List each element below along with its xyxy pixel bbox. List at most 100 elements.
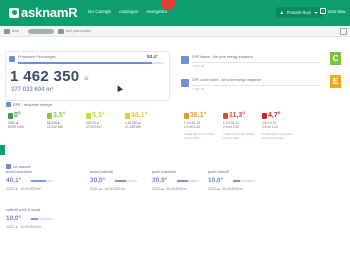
- grade-badge: C: [330, 52, 341, 65]
- class-card[interactable]: 0° 1000 ▰ 50.00 1000: [6, 111, 44, 159]
- class-card[interactable]: 5,3° 445.03 ▰ 27.002 517: [84, 111, 122, 159]
- sensor-level-fill: [177, 180, 188, 182]
- document-icon: [181, 56, 189, 64]
- sensor-level-bar: [31, 218, 53, 220]
- sensor-card[interactable]: collectif privé & social 10,0° 22,0C ▰ ·…: [6, 208, 81, 234]
- sensor-level-fill: [31, 218, 38, 220]
- sensor-timestamp: 22,0C ▰ · 10:10 2022 m²: [208, 187, 244, 191]
- breadcrumb[interactable]: amb: [12, 28, 19, 34]
- values-section-header: lnt valeurs: [6, 164, 30, 169]
- class-card[interactable]: 3,5° 55,035 ▰ 15 122 335: [45, 111, 83, 159]
- class-card[interactable]: 4,7° 2.5.1.0 10 2.5 ml 1.24 mobile-ties …: [260, 111, 298, 159]
- sensor-timestamp: 22,0C ▰ · 10:10 2022 m²: [6, 187, 42, 191]
- chart-icon: [6, 164, 11, 169]
- class-card-line: 27.002 517: [86, 125, 102, 129]
- nav-item-caringh[interactable]: lan Caringh: [88, 9, 111, 15]
- sensor-value: 10,0°: [6, 215, 22, 222]
- class-card-note: mobile-ties for la-contine-wir ties char…: [184, 132, 216, 140]
- sensor-timestamp: 22,0C ▰ · 10:10 2022 m²: [6, 225, 42, 229]
- nav-item-energetics[interactable]: energetics: [147, 9, 168, 15]
- thermometer-icon: [47, 113, 52, 119]
- toolbar: amb ami parcimolles: [0, 26, 350, 37]
- dpe-class-sub: ɔ 10m 6k: [192, 64, 205, 68]
- class-card-line: 2.5 ml 1.24: [262, 125, 278, 129]
- class-card-note: mobile-ties for la-contine-wir-bles char…: [262, 132, 294, 140]
- kpi-unit: ≡: [83, 74, 89, 83]
- class-card-temp: 3,5°: [53, 112, 66, 119]
- dpe-class-row: DPE curse carré - klé pole energy lnsyan…: [181, 75, 341, 95]
- dpe-class-sub: ɔ 10m 6k: [192, 87, 205, 91]
- thermometer-icon: [125, 113, 130, 119]
- user-name: Prosam Runi: [286, 10, 311, 15]
- class-card-line: 2.5 ml 1.24: [223, 125, 239, 129]
- kpi-progress-fill: [18, 62, 153, 64]
- user-menu[interactable]: ♟ Prosam Runi: [276, 7, 322, 18]
- class-card[interactable]: 11,3° 1.3.0.51 10 2.5 ml 1.24 mobile-tie…: [221, 111, 259, 159]
- section-title: DPE - étiquette énergie: [13, 102, 53, 107]
- house-icon: [9, 56, 15, 62]
- expand-icon[interactable]: [340, 28, 347, 35]
- main-nav: lan Caringh catalogue energetics: [88, 9, 167, 15]
- next-view-link[interactable]: next view: [320, 8, 345, 14]
- thermometer-icon: [8, 113, 13, 119]
- class-card[interactable]: 48,1° 1.52.000 ▰ 47.120 000: [123, 111, 161, 159]
- sensor-card[interactable]: privé collectif 10,0° 22,0C ▰ · 10:10 20…: [208, 170, 283, 196]
- kpi-progress-bar: [18, 62, 164, 64]
- dpe-class-text: DPE curse carré - klé pole energy lnsyan…: [192, 78, 262, 82]
- kpi-card: Proporcion Perchanges 53,1° 1 462 350 ≡ …: [5, 51, 170, 101]
- logo-text: asknamR: [21, 5, 78, 20]
- layers-icon[interactable]: [58, 29, 64, 34]
- filter-chip[interactable]: [28, 29, 54, 34]
- divider: [192, 62, 320, 63]
- user-icon: ♟: [280, 10, 284, 15]
- sensor-card[interactable]: actuel individuel 40,1° 22,0C ▰ · 10:10 …: [6, 170, 81, 196]
- class-card-note: mobile-ties for la-contine-wir ties char…: [223, 132, 255, 140]
- class-card-line: 47.120 000: [125, 125, 141, 129]
- sensor-value: 40,1°: [6, 177, 22, 184]
- sensor-level-bar: [177, 180, 199, 182]
- class-card-temp: 5,3°: [92, 112, 105, 119]
- divider: [192, 85, 320, 86]
- app-logo[interactable]: asknamR: [9, 5, 78, 20]
- class-card-temp: 0°: [14, 112, 21, 119]
- sensor-label: privé collectif: [208, 170, 229, 174]
- sensor-level-fill: [233, 180, 240, 182]
- sensor-label: actuel collectif: [90, 170, 113, 174]
- kpi-value: 1 462 350 ≡: [10, 68, 89, 85]
- logo-icon: [9, 7, 19, 18]
- class-card[interactable]: 36,1° 1.3.0.51 10 2.5 ml 1.24 mobile-tie…: [182, 111, 220, 159]
- kpi-value-number: 1 462 350: [10, 68, 80, 85]
- sidebar-toggle[interactable]: [0, 145, 5, 155]
- document-icon: [320, 8, 326, 14]
- class-card-line: 2.5 ml 1.24: [184, 125, 200, 129]
- sensor-label: actuel individuel: [6, 170, 32, 174]
- class-card-temp: 11,3°: [229, 112, 246, 119]
- document-icon: [181, 79, 189, 87]
- nav-item-catalogue[interactable]: catalogue: [119, 9, 139, 15]
- kpi-surface: 377 033 604 m²: [11, 87, 54, 93]
- sensor-value: 30,0°: [90, 177, 106, 184]
- class-card-line: 50.00 1000: [8, 125, 24, 129]
- sensor-timestamp: 22,0C ▰ · 10:10 2022 m²: [152, 187, 188, 191]
- sensor-value: 30,9°: [152, 177, 168, 184]
- thermometer-icon: [223, 113, 228, 119]
- toolbar-status: ami parcimolles: [66, 29, 91, 33]
- class-card-temp: 48,1°: [131, 112, 148, 119]
- thermometer-icon: [262, 113, 267, 119]
- grade-badge: E: [330, 75, 341, 88]
- chart-icon: [6, 102, 11, 107]
- kpi-temperature: 53,1°: [147, 55, 159, 60]
- class-card-line: 15 122 335: [47, 125, 63, 129]
- dpe-class-text: DPE blame - klé pole energy lnsyance: [192, 55, 253, 59]
- thermometer-icon: [184, 113, 189, 119]
- sensor-value: 10,0°: [208, 177, 224, 184]
- sensor-level-bar: [31, 180, 53, 182]
- dpe-section-header: DPE - étiquette énergie: [6, 102, 52, 107]
- sensor-label: collectif privé & social: [6, 208, 41, 212]
- top-bar: asknamR lan Caringh catalogue energetics…: [0, 0, 350, 26]
- mouse-cursor-icon: [115, 84, 123, 92]
- chevron-down-icon: [313, 11, 318, 14]
- next-view-label: next view: [328, 8, 346, 14]
- menu-icon[interactable]: [4, 29, 10, 34]
- class-card-temp: 4,7°: [268, 112, 281, 119]
